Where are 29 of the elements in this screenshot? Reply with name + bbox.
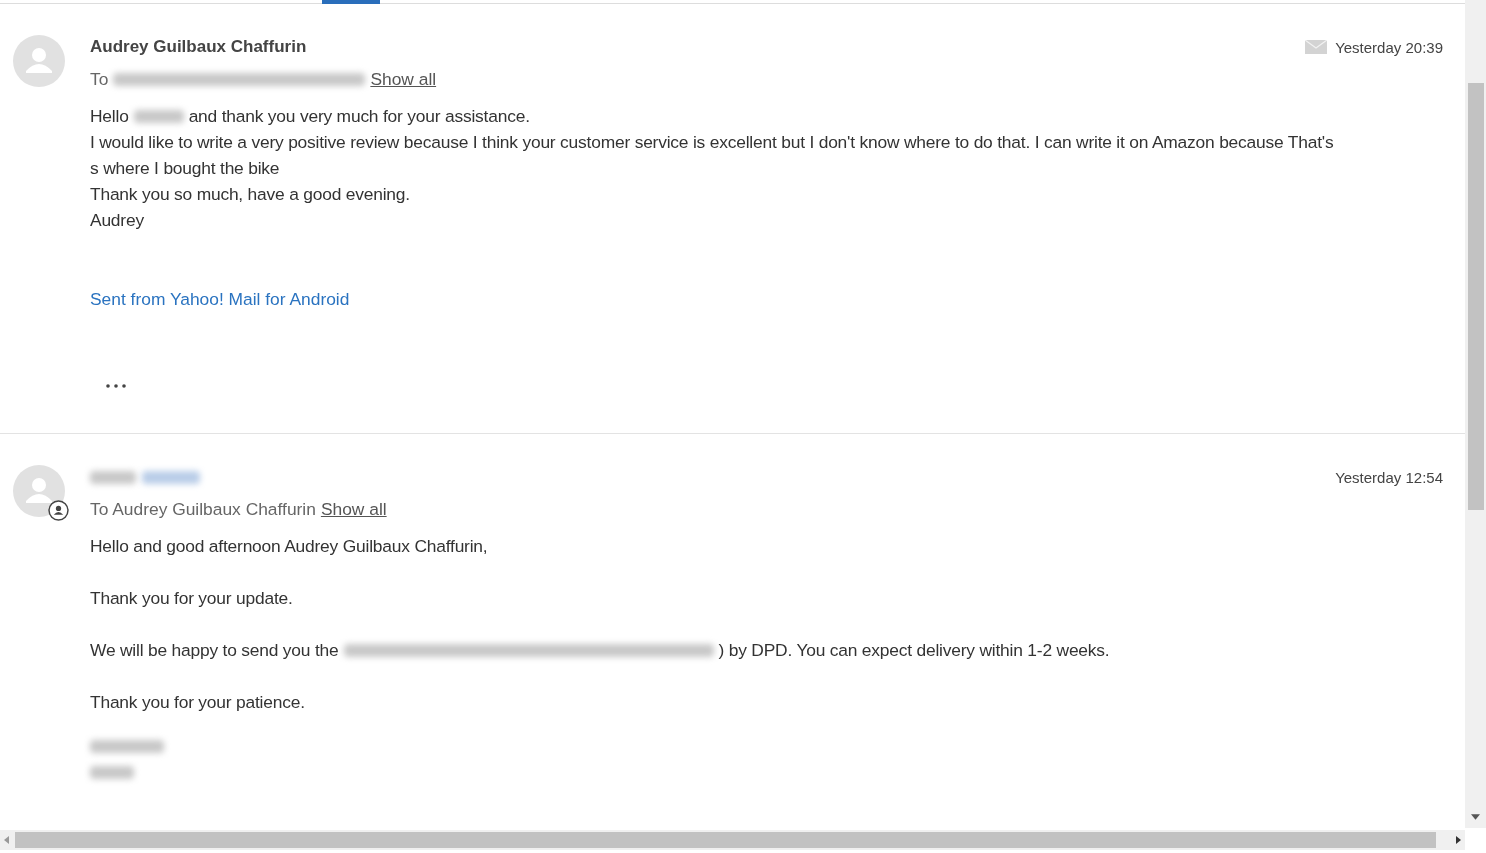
body-text: s where I bought the bike (90, 157, 280, 179)
tab-indicator (322, 0, 380, 4)
vertical-scrollbar[interactable] (1465, 0, 1486, 828)
recipient-line: To (90, 68, 109, 90)
blurred-text (133, 109, 184, 123)
avatar-icon (13, 35, 65, 87)
show-all-link[interactable]: Show all (370, 68, 437, 90)
body-text: I would like to write a very positive review because I think your customer service is excellent but I don't know where to do that. I can write it on Amazon because That's (90, 131, 1334, 153)
message-time: Yesterday 20:39 (1335, 38, 1443, 56)
body-text: We will be happy to send you the (90, 639, 339, 661)
body-text: Thank you for your patience. (90, 691, 305, 713)
message-time: Yesterday 12:54 (1335, 468, 1443, 486)
body-text: ) by DPD. You can expect delivery within 1-2 weeks. (718, 639, 1110, 661)
scroll-down-icon[interactable] (1471, 814, 1480, 820)
scroll-right-icon[interactable] (1456, 836, 1461, 844)
horizontal-scrollbar[interactable] (0, 830, 1465, 850)
body-text: and thank you very much for your assistance. (188, 105, 530, 127)
body-text: Hello (90, 105, 129, 127)
blurred-text (90, 470, 136, 484)
recipient-line: To Audrey Guilbaux Chaffurin (90, 498, 316, 520)
more-icon[interactable] (106, 384, 126, 388)
signature-link[interactable]: Sent from Yahoo! Mail for Android (90, 289, 350, 310)
body-text: Thank you for your update. (90, 587, 293, 609)
body-text: Audrey (90, 209, 144, 231)
show-all-link[interactable]: Show all (320, 498, 387, 520)
sender-name: Audrey Guilbaux Chaffurin (90, 37, 307, 57)
body-text: Thank you so much, have a good evening. (90, 183, 410, 205)
blurred-text (90, 765, 134, 779)
body-text: Hello and good afternoon Audrey Guilbaux Chaffurin, (90, 535, 488, 557)
